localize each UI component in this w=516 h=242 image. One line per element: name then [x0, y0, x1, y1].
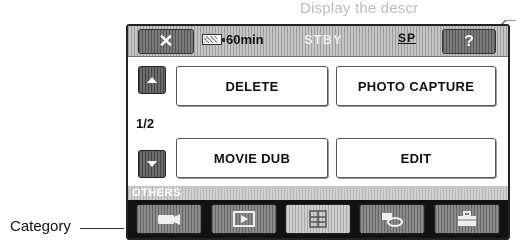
toolbox-icon [457, 211, 476, 226]
category-section-label: OTHERS [128, 186, 508, 200]
movie-dub-button[interactable]: MOVIE DUB [176, 138, 328, 178]
arrow-up-icon [147, 77, 157, 83]
header-bar: ✕ 60min STBY SP ? [128, 26, 508, 57]
delete-button[interactable]: DELETE [176, 66, 328, 106]
battery-icon [202, 34, 225, 45]
category-tab-dub[interactable] [359, 204, 426, 234]
category-tab-playback[interactable] [210, 204, 277, 234]
category-tab-others[interactable] [284, 204, 351, 234]
category-tab-camera[interactable] [136, 204, 203, 234]
top-caption: Display the descr [300, 0, 419, 17]
help-button[interactable]: ? [442, 29, 496, 54]
category-callout-label: Category [10, 218, 71, 235]
category-tab-setup[interactable] [433, 204, 500, 234]
category-bar [128, 200, 508, 238]
close-button[interactable]: ✕ [138, 29, 194, 54]
dub-icon [382, 213, 404, 227]
page-indicator: 1/2 [136, 116, 155, 131]
grid-icon [309, 210, 327, 228]
quality-badge: SP [398, 31, 417, 45]
close-icon: ✕ [158, 31, 174, 51]
photo-capture-button[interactable]: PHOTO CAPTURE [336, 66, 496, 106]
help-icon: ? [464, 32, 474, 50]
scroll-up-button[interactable] [138, 66, 166, 94]
lcd-screen: ✕ 60min STBY SP ? 1/2 DELETE PHOTO CAPTU… [126, 24, 510, 240]
arrow-down-icon [147, 161, 157, 167]
scroll-down-button[interactable] [138, 150, 166, 178]
play-icon [232, 211, 255, 227]
category-callout-line [80, 228, 124, 229]
recording-status: STBY [304, 32, 343, 47]
edit-button[interactable]: EDIT [336, 138, 496, 178]
camera-icon [158, 214, 181, 225]
battery-remaining: 60min [226, 32, 264, 47]
